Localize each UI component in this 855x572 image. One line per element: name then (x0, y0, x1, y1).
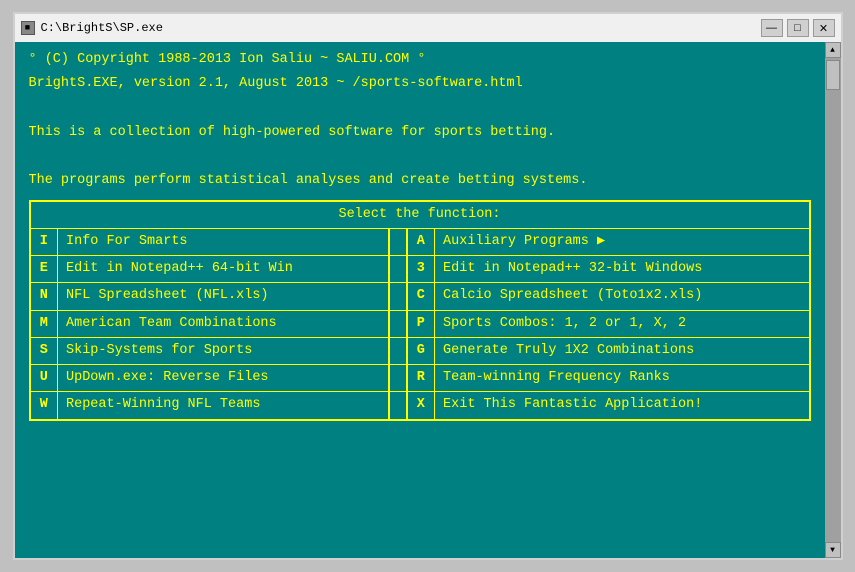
menu-label-right[interactable]: Sports Combos: 1, 2 or 1, X, 2 (435, 310, 810, 337)
menu-key-right[interactable]: G (407, 337, 435, 364)
menu-row[interactable]: MAmerican Team Combinations PSports Combo… (30, 310, 810, 337)
scrollbar: ▲ ▼ (825, 42, 841, 558)
scroll-thumb[interactable] (826, 60, 840, 90)
menu-divider (389, 283, 407, 310)
menu-key-left[interactable]: I (30, 228, 58, 255)
menu-label-right[interactable]: Generate Truly 1X2 Combinations (435, 337, 810, 364)
menu-key-left[interactable]: S (30, 337, 58, 364)
menu-divider (389, 228, 407, 255)
menu-label-right[interactable]: Calcio Spreadsheet (Toto1x2.xls) (435, 283, 810, 310)
maximize-button[interactable]: □ (787, 19, 809, 37)
menu-key-left[interactable]: M (30, 310, 58, 337)
menu-key-left[interactable]: W (30, 392, 58, 420)
intro-line2: BrightS.EXE, version 2.1, August 2013 ~ … (29, 74, 811, 94)
menu-row[interactable]: WRepeat-Winning NFL Teams XExit This Fant… (30, 392, 810, 420)
close-button[interactable]: ✕ (813, 19, 835, 37)
minimize-button[interactable]: — (761, 19, 783, 37)
menu-label-right[interactable]: Auxiliary Programs ▶ (435, 228, 810, 255)
menu-label-left[interactable]: Info For Smarts (58, 228, 389, 255)
menu-header: Select the function: (30, 201, 810, 229)
intro-line6: The programs perform statistical analyse… (29, 171, 811, 191)
menu-key-left[interactable]: U (30, 365, 58, 392)
menu-divider (389, 337, 407, 364)
menu-label-left[interactable]: American Team Combinations (58, 310, 389, 337)
content-area: ° (C) Copyright 1988-2013 Ion Saliu ~ SA… (15, 42, 841, 558)
menu-row[interactable]: IInfo For Smarts AAuxiliary Programs ▶ (30, 228, 810, 255)
scroll-track (825, 58, 841, 542)
intro-line3 (29, 99, 811, 119)
menu-key-left[interactable]: E (30, 256, 58, 283)
scroll-up-button[interactable]: ▲ (825, 42, 841, 58)
menu-label-left[interactable]: NFL Spreadsheet (NFL.xls) (58, 283, 389, 310)
menu-label-right[interactable]: Team-winning Frequency Ranks (435, 365, 810, 392)
menu-row[interactable]: NNFL Spreadsheet (NFL.xls) CCalcio Spread… (30, 283, 810, 310)
menu-row[interactable]: SSkip-Systems for Sports GGenerate Truly … (30, 337, 810, 364)
menu-label-right[interactable]: Exit This Fantastic Application! (435, 392, 810, 420)
menu-row[interactable]: EEdit in Notepad++ 64-bit Win 3Edit in No… (30, 256, 810, 283)
menu-key-left[interactable]: N (30, 283, 58, 310)
menu-divider (389, 310, 407, 337)
intro-line4: This is a collection of high-powered sof… (29, 123, 811, 143)
menu-divider (389, 392, 407, 420)
menu-label-left[interactable]: UpDown.exe: Reverse Files (58, 365, 389, 392)
intro-line5 (29, 147, 811, 167)
intro-line1: ° (C) Copyright 1988-2013 Ion Saliu ~ SA… (29, 50, 811, 70)
menu-key-right[interactable]: C (407, 283, 435, 310)
menu-table: Select the function: IInfo For Smarts AAu… (29, 200, 811, 421)
title-bar-left: ■ C:\BrightS\SP.exe (21, 21, 163, 35)
menu-label-right[interactable]: Edit in Notepad++ 32-bit Windows (435, 256, 810, 283)
menu-row[interactable]: UUpDown.exe: Reverse Files RTeam-winning … (30, 365, 810, 392)
menu-label-left[interactable]: Edit in Notepad++ 64-bit Win (58, 256, 389, 283)
title-bar-buttons: — □ ✕ (761, 19, 835, 37)
title-bar: ■ C:\BrightS\SP.exe — □ ✕ (15, 14, 841, 42)
menu-key-right[interactable]: A (407, 228, 435, 255)
menu-divider (389, 365, 407, 392)
scroll-down-button[interactable]: ▼ (825, 542, 841, 558)
terminal: ° (C) Copyright 1988-2013 Ion Saliu ~ SA… (15, 42, 825, 558)
menu-label-left[interactable]: Skip-Systems for Sports (58, 337, 389, 364)
menu-key-right[interactable]: P (407, 310, 435, 337)
menu-label-left[interactable]: Repeat-Winning NFL Teams (58, 392, 389, 420)
menu-key-right[interactable]: R (407, 365, 435, 392)
menu-key-right[interactable]: 3 (407, 256, 435, 283)
window-icon: ■ (21, 21, 35, 35)
window-title: C:\BrightS\SP.exe (41, 21, 163, 35)
menu-key-right[interactable]: X (407, 392, 435, 420)
main-window: ■ C:\BrightS\SP.exe — □ ✕ ° (C) Copyrigh… (13, 12, 843, 560)
menu-divider (389, 256, 407, 283)
